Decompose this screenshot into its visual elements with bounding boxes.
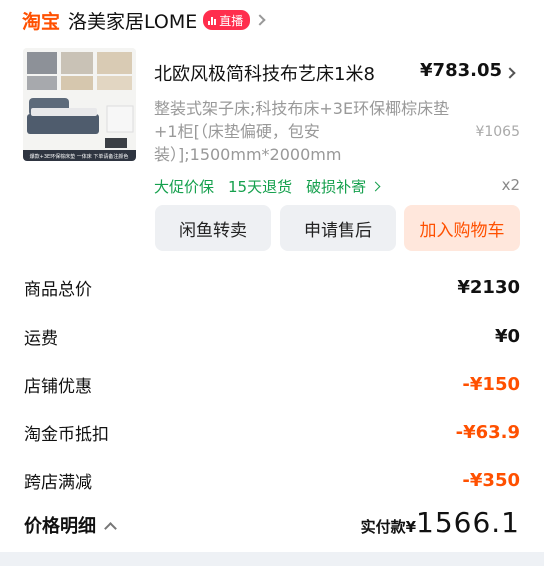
live-badge[interactable]: 直播 [203,10,251,30]
summary-row: 店铺优惠 -¥150 [24,369,520,399]
paid-amount-value: 1566.1 [416,506,520,539]
taobao-logo: 淘宝 [22,10,61,33]
quantity: x2 [501,176,520,194]
summary-row: 跨店满减 -¥350 [24,465,520,495]
service-price-protect: 大促价保 [154,178,215,196]
live-bars-icon [208,15,217,25]
thumbnail-caption: 爆款+3E环保棕床垫 一体床 下单请备注颜色 [30,153,129,160]
summary-value: ¥0 [494,325,520,347]
product-image: 爆款+3E环保棕床垫 一体床 下单请备注颜色 [23,48,136,161]
product-thumbnail[interactable]: 爆款+3E环保棕床垫 一体床 下单请备注颜色 [23,48,136,161]
service-damage-reship: 破损补寄 [306,178,367,196]
product-price: ¥783.05 [420,60,502,81]
paid-amount: 实付款¥ 1566.1 [361,506,520,539]
chevron-right-icon [254,14,266,26]
shop-header[interactable]: 淘宝 洛美家居LOME 直播 [0,0,544,40]
summary-row: 运费 ¥0 [24,321,520,351]
paid-label: 实付款¥ [360,518,417,536]
summary-row: 商品总价 ¥2130 [24,272,520,302]
chevron-right-icon[interactable] [504,67,516,79]
summary-value: ¥2130 [457,276,520,298]
shop-name[interactable]: 洛美家居LOME [68,7,197,34]
service-return: 15天退货 [228,178,293,196]
live-badge-label: 直播 [219,13,244,28]
summary-value: -¥63.9 [455,421,520,443]
add-to-cart-button[interactable]: 加入购物车 [404,205,520,251]
service-tags[interactable]: 大促价保 15天退货 破损补寄 [154,176,381,197]
chevron-right-icon [370,181,381,192]
summary-value: -¥350 [462,469,520,491]
product-spec: 整装式架子床;科技布床+3E环保椰棕床垫+1柜[（床垫偏硬，包安装）];1500… [154,99,450,164]
product-title[interactable]: 北欧风极简科技布艺床1米8 [154,60,404,86]
price-detail-label: 价格明细 [24,516,96,537]
summary-label: 店铺优惠 [24,376,92,397]
summary-label: 跨店满减 [24,472,92,493]
xianyu-resell-button[interactable]: 闲鱼转卖 [155,205,271,251]
original-price: ¥1065 [475,124,520,140]
bottom-divider [0,552,544,566]
summary-label: 淘金币抵扣 [24,424,109,445]
after-sale-button[interactable]: 申请售后 [280,205,396,251]
summary-row: 淘金币抵扣 -¥63.9 [24,417,520,447]
price-detail-toggle[interactable]: 价格明细 [24,512,117,538]
summary-label: 商品总价 [24,279,92,300]
summary-label: 运费 [24,328,58,349]
chevron-up-icon [104,521,117,535]
summary-value: -¥150 [462,373,520,395]
